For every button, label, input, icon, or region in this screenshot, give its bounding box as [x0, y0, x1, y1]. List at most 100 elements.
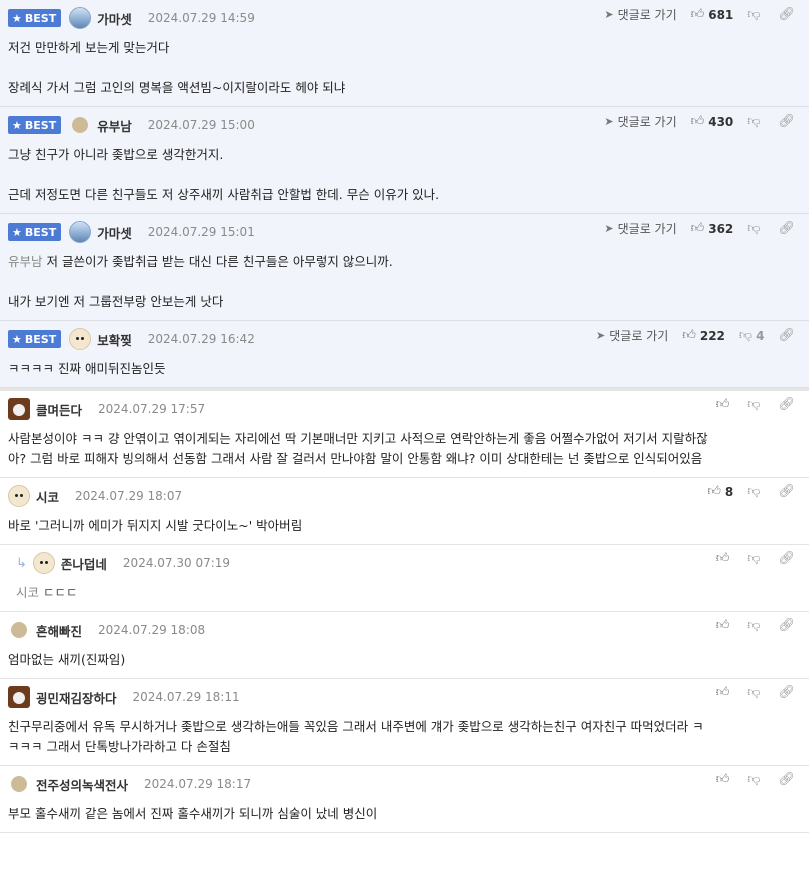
comment-line: 저건 만만하게 보는게 맞는거다: [8, 40, 170, 55]
comment: 전주성의녹색전사 2024.07.29 18:17 👍︎ 👎︎ 🔗︎ 부모 홀수새끼 같은…: [0, 766, 809, 833]
like-button[interactable]: 👍︎: [716, 551, 734, 566]
comment-line: [8, 165, 801, 185]
like-button[interactable]: 👍︎: [716, 685, 734, 700]
like-button[interactable]: 👍︎ 362: [691, 221, 734, 236]
star-icon: ★: [12, 225, 22, 239]
like-button[interactable]: 👍︎ 430: [691, 114, 734, 129]
nickname[interactable]: 전주성의녹색전사: [36, 775, 128, 794]
avatar[interactable]: [8, 398, 30, 420]
comment: 굉민재김장하다 2024.07.29 18:11 👍︎ 👎︎ 🔗︎ 친구무리중에서 유독 …: [0, 679, 809, 766]
link-button[interactable]: 🔗︎: [778, 397, 799, 412]
link-button[interactable]: 🔗︎: [778, 328, 799, 343]
dislike-button[interactable]: 👎︎: [747, 618, 764, 633]
link-icon: 🔗︎: [778, 7, 795, 22]
comment-date: 2024.07.29 18:11: [132, 690, 240, 704]
best-comment: ★ BEST 보확찢 2024.07.29 16:42 ➤ 댓글로 가기 👍︎ 222 👎︎ 4 🔗…: [0, 321, 809, 388]
nickname[interactable]: 가마셋: [97, 9, 132, 28]
link-button[interactable]: 🔗︎: [778, 618, 799, 633]
nickname[interactable]: 흔해빠진: [36, 621, 82, 640]
like-button[interactable]: 👍︎ 681: [691, 7, 734, 22]
link-button[interactable]: 🔗︎: [778, 772, 799, 787]
dislike-button[interactable]: 👎︎ 4: [739, 328, 765, 343]
best-label: BEST: [24, 118, 57, 132]
nickname[interactable]: 존나덥네: [61, 554, 107, 573]
comment-actions: 👍︎ 👎︎ 🔗︎: [702, 397, 799, 412]
thumbs-up-icon: 👍︎: [715, 397, 730, 412]
dislike-button[interactable]: 👎︎: [747, 221, 764, 236]
best-label: BEST: [24, 332, 57, 346]
dislike-button[interactable]: 👎︎: [747, 551, 764, 566]
dislike-button[interactable]: 👎︎: [747, 685, 764, 700]
comment-body: 저건 만만하게 보는게 맞는거다장례식 가서 그럼 고인의 명복을 액션빔~이지…: [8, 38, 801, 98]
arrow-send-icon: ➤: [604, 222, 614, 235]
dislike-button[interactable]: 👎︎: [747, 484, 764, 499]
comment-body: ㅋㅋㅋㅋ 진짜 애미뒤진놈인듯: [8, 359, 801, 379]
arrow-send-icon: ➤: [604, 115, 614, 128]
avatar[interactable]: [8, 686, 30, 708]
link-button[interactable]: 🔗︎: [778, 7, 799, 22]
link-button[interactable]: 🔗︎: [778, 551, 799, 566]
thumbs-down-icon: 👎︎: [747, 7, 761, 22]
comment-line: 사람본성이야 ㅋㅋ 걍 안엮이고 엮이게되는 자리에선 딱 기본매너만 지키고 …: [8, 431, 708, 446]
link-button[interactable]: 🔗︎: [778, 685, 799, 700]
nickname[interactable]: 보확찢: [97, 330, 132, 349]
dislike-button[interactable]: 👎︎: [747, 7, 764, 22]
like-button[interactable]: 👍︎ 222: [682, 328, 725, 343]
nickname[interactable]: 가마셋: [97, 223, 132, 242]
thumbs-up-icon: 👍︎: [715, 551, 730, 566]
goto-reply-button[interactable]: ➤ 댓글로 가기: [604, 220, 676, 237]
comment-line: 친구무리중에서 유독 무시하거나 좆밥으로 생각하는애들 꼭있음 그래서 내주변…: [8, 719, 704, 734]
goto-reply-label: 댓글로 가기: [609, 329, 669, 343]
comment-date: 2024.07.29 18:08: [98, 623, 206, 637]
dislike-button[interactable]: 👎︎: [747, 397, 764, 412]
mention-link[interactable]: 유부남: [8, 254, 43, 269]
mention-link[interactable]: 시코: [16, 585, 39, 600]
comment-date: 2024.07.29 16:42: [147, 332, 255, 346]
link-icon: 🔗︎: [778, 551, 795, 566]
avatar[interactable]: [69, 7, 92, 29]
comment-line: ㅋㅋㅋ 그래서 단톡방나가라하고 다 손절침: [8, 739, 231, 754]
avatar[interactable]: [11, 776, 27, 792]
avatar[interactable]: [69, 221, 92, 243]
avatar[interactable]: [8, 485, 30, 507]
nickname[interactable]: 유부남: [97, 116, 132, 135]
like-button[interactable]: 👍︎: [716, 618, 734, 633]
comment-header: 굉민재김장하다 2024.07.29 18:11: [8, 686, 801, 708]
goto-reply-button[interactable]: ➤ 댓글로 가기: [596, 327, 668, 344]
dislike-button[interactable]: 👎︎: [747, 114, 764, 129]
comment-line: 장례식 가서 그럼 고인의 명복을 액션빔~이지랄이라도 헤야 되냐: [8, 80, 346, 95]
like-button[interactable]: 👍︎ 8: [707, 484, 733, 499]
thumbs-up-icon: 👍︎: [690, 114, 705, 129]
comment-header: 흔해빠진 2024.07.29 18:08: [8, 620, 801, 640]
reply-comment: ↳ 존나덥네 2024.07.30 07:19 👍︎ 👎︎ 🔗︎ 시코 ㄷㄷㄷ: [0, 545, 809, 612]
link-icon: 🔗︎: [778, 484, 795, 499]
avatar[interactable]: [32, 552, 55, 574]
nickname[interactable]: 클며든다: [36, 400, 82, 419]
goto-reply-button[interactable]: ➤ 댓글로 가기: [604, 113, 676, 130]
like-button[interactable]: 👍︎: [716, 772, 734, 787]
thumbs-down-icon: 👎︎: [747, 618, 761, 633]
avatar[interactable]: [69, 328, 92, 350]
goto-reply-label: 댓글로 가기: [617, 115, 677, 129]
reply-arrow-icon: ↳: [16, 555, 27, 571]
comment-actions: ➤ 댓글로 가기 👍︎ 681 👎︎ 🔗︎: [590, 6, 799, 23]
like-count: 222: [699, 328, 725, 343]
comment-actions: 👍︎ 👎︎ 🔗︎: [702, 551, 799, 566]
like-count: 362: [708, 221, 734, 236]
comment-header: 전주성의녹색전사 2024.07.29 18:17: [8, 774, 801, 794]
link-icon: 🔗︎: [778, 397, 795, 412]
avatar[interactable]: [11, 622, 27, 638]
nickname[interactable]: 굉민재김장하다: [36, 688, 117, 707]
dislike-button[interactable]: 👎︎: [747, 772, 764, 787]
avatar[interactable]: [72, 117, 89, 133]
link-button[interactable]: 🔗︎: [778, 221, 799, 236]
link-button[interactable]: 🔗︎: [778, 114, 799, 129]
star-icon: ★: [12, 118, 22, 132]
goto-reply-button[interactable]: ➤ 댓글로 가기: [604, 6, 676, 23]
nickname[interactable]: 시코: [36, 487, 59, 506]
dislike-count: 4: [756, 328, 765, 343]
arrow-send-icon: ➤: [596, 329, 606, 342]
link-button[interactable]: 🔗︎: [778, 484, 799, 499]
like-button[interactable]: 👍︎: [716, 397, 734, 412]
thumbs-down-icon: 👎︎: [747, 484, 761, 499]
